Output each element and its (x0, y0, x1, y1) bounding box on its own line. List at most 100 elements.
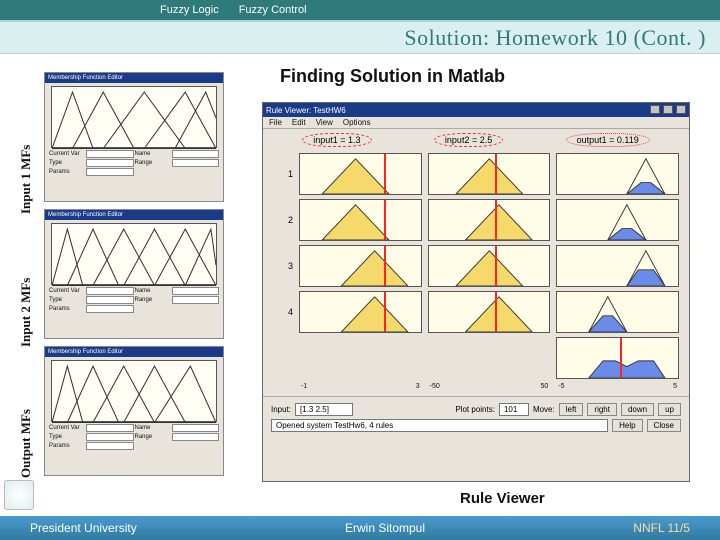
move-right-button[interactable]: right (587, 403, 617, 416)
rule-cell[interactable] (556, 199, 679, 241)
rule-index: 1 (273, 169, 293, 179)
axis-tick: 3 (416, 383, 420, 390)
mf-controls: Current Var Name Type Range Params (45, 422, 223, 452)
header-input2: input2 = 2.5 (434, 133, 503, 147)
footer-right: NNFL 11/5 (633, 521, 690, 535)
ctl-box[interactable] (172, 159, 220, 167)
mf-titlebar: Membership Function Editor (45, 347, 223, 357)
mf-titlebar: Membership Function Editor (45, 73, 223, 83)
content-area: Input 1 MFs Input 2 MFs Output MFs Membe… (0, 54, 720, 516)
ctl-box[interactable] (86, 433, 134, 441)
ctl-box[interactable] (86, 168, 134, 176)
ctl-lbl: Current Var (49, 288, 85, 294)
rv-controls: Input: [1.3 2.5] Plot points: 101 Move: … (263, 396, 689, 441)
label-input1: Input 1 MFs (18, 145, 34, 214)
top-nav: Fuzzy Logic Fuzzy Control (0, 0, 720, 20)
rule-cell[interactable] (556, 245, 679, 287)
ctl-box[interactable] (172, 287, 220, 295)
rule-cell[interactable] (428, 199, 551, 241)
maximize-icon[interactable] (663, 105, 673, 114)
move-left-button[interactable]: left (559, 403, 584, 416)
mf-controls: Current Var Name Type Range Params (45, 148, 223, 178)
mf-editor-output: Membership Function Editor Current Var N… (44, 346, 224, 476)
ctl-lbl: Params (49, 306, 85, 312)
axis-labels: -13 -5050 -55 (273, 383, 679, 390)
rule-cell[interactable] (556, 153, 679, 195)
ctl-box[interactable] (86, 159, 134, 167)
nav-item-fuzzy-logic[interactable]: Fuzzy Logic (150, 4, 229, 16)
page-title: Solution: Homework 10 (Cont. ) (404, 25, 706, 51)
mf-editor-input2: Membership Function Editor Current Var N… (44, 209, 224, 339)
ctl-lbl: Type (49, 297, 85, 303)
rule-cell[interactable] (556, 291, 679, 333)
ctl-box[interactable] (172, 296, 220, 304)
rule-index: 3 (273, 261, 293, 271)
ctl-lbl: Type (49, 160, 85, 166)
ctl-box[interactable] (86, 296, 134, 304)
rule-row: 1 (273, 153, 679, 195)
ctl-box[interactable] (86, 287, 134, 295)
close-button[interactable]: Close (647, 419, 681, 432)
rv-menubar: File Edit View Options (263, 117, 689, 129)
university-logo-icon (4, 480, 34, 510)
input-field[interactable]: [1.3 2.5] (295, 403, 353, 416)
axis-tick: -5 (558, 383, 564, 390)
title-bar: Solution: Homework 10 (Cont. ) (0, 20, 720, 54)
heading-matlab: Finding Solution in Matlab (280, 66, 505, 87)
rule-cell[interactable] (299, 245, 422, 287)
axis-tick: -50 (430, 383, 440, 390)
axis-tick: 5 (673, 383, 677, 390)
plot-points-field[interactable]: 101 (499, 403, 529, 416)
menu-edit[interactable]: Edit (292, 118, 306, 127)
move-up-button[interactable]: up (658, 403, 681, 416)
rule-row: 2 (273, 199, 679, 241)
rule-cell[interactable] (428, 291, 551, 333)
mf-plot-output (51, 360, 217, 422)
rule-cell-aggregate[interactable] (556, 337, 679, 379)
mf-editor-input1: Membership Function Editor Current Var N… (44, 72, 224, 202)
footer-left: President University (30, 521, 137, 535)
status-field: Opened system TestHw6, 4 rules (271, 419, 608, 432)
ctl-box[interactable] (86, 424, 134, 432)
mf-plot-input2 (51, 223, 217, 285)
ctl-lbl: Name (135, 425, 171, 431)
mf-plot-input1 (51, 86, 217, 148)
rv-titlebar: Rule Viewer: TestHW6 (263, 103, 689, 117)
ctl-box[interactable] (86, 150, 134, 158)
move-down-button[interactable]: down (621, 403, 654, 416)
ctl-box[interactable] (172, 150, 220, 158)
move-label: Move: (533, 405, 555, 414)
rule-cell[interactable] (428, 153, 551, 195)
help-button[interactable]: Help (612, 419, 642, 432)
rule-cell[interactable] (299, 153, 422, 195)
rule-cell[interactable] (428, 245, 551, 287)
menu-view[interactable]: View (316, 118, 333, 127)
rule-row: 3 (273, 245, 679, 287)
ctl-lbl: Current Var (49, 425, 85, 431)
window-controls (649, 105, 686, 116)
rule-index: 4 (273, 307, 293, 317)
ctl-box[interactable] (86, 442, 134, 450)
axis-tick: 50 (541, 383, 549, 390)
close-icon[interactable] (676, 105, 686, 114)
ctl-lbl: Range (135, 297, 171, 303)
minimize-icon[interactable] (650, 105, 660, 114)
rule-cell[interactable] (299, 291, 422, 333)
ctl-lbl: Params (49, 443, 85, 449)
menu-options[interactable]: Options (343, 118, 371, 127)
ctl-lbl: Name (135, 288, 171, 294)
plot-label: Plot points: (455, 405, 495, 414)
ctl-lbl: Range (135, 160, 171, 166)
caption-rule-viewer: Rule Viewer (460, 490, 545, 507)
rule-row-aggregate (273, 337, 679, 379)
ctl-box[interactable] (172, 424, 220, 432)
menu-file[interactable]: File (269, 118, 282, 127)
ctl-box[interactable] (86, 305, 134, 313)
rule-index: 2 (273, 215, 293, 225)
ctl-lbl: Current Var (49, 151, 85, 157)
ctl-box[interactable] (172, 433, 220, 441)
label-output: Output MFs (18, 409, 34, 478)
input-label: Input: (271, 405, 291, 414)
rule-cell[interactable] (299, 199, 422, 241)
nav-item-fuzzy-control[interactable]: Fuzzy Control (229, 4, 317, 16)
